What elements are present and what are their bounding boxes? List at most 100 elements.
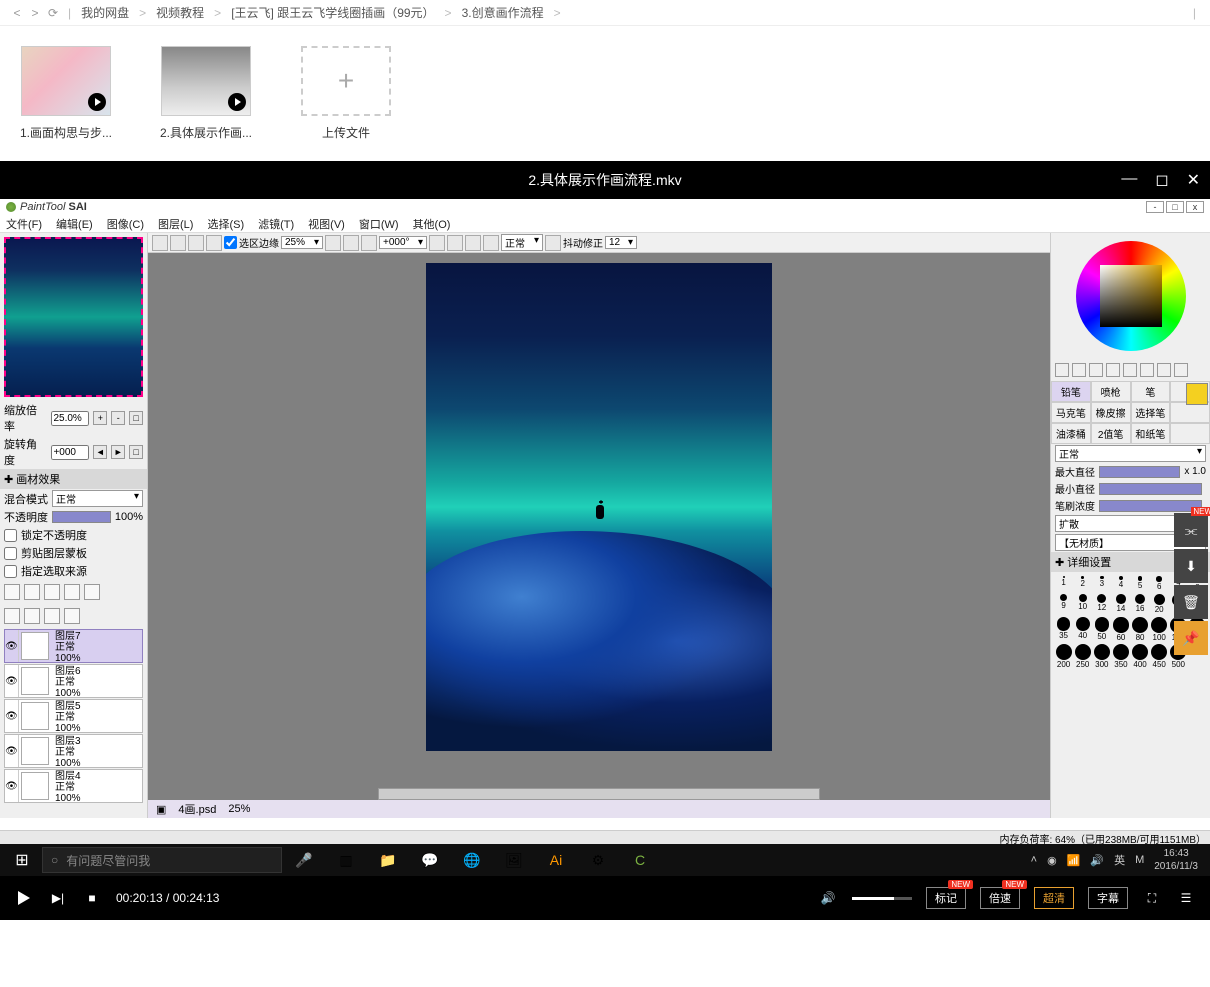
size-40[interactable]: 40 — [1074, 617, 1091, 642]
brush-8[interactable]: 油漆桶 — [1051, 423, 1091, 444]
zoom-minus-icon[interactable] — [343, 235, 359, 251]
menu-view[interactable]: 视图(V) — [308, 216, 345, 232]
size-12[interactable]: 12 — [1093, 594, 1110, 616]
lock-opacity-check[interactable] — [4, 529, 17, 542]
back-btn[interactable]: < — [8, 6, 26, 20]
opacity-slider[interactable] — [52, 511, 111, 523]
size-300[interactable]: 300 — [1093, 644, 1110, 669]
min-size-slider[interactable] — [1099, 483, 1202, 495]
rotate-tool-icon[interactable] — [1140, 363, 1154, 377]
stab-select[interactable]: 12▾ — [605, 236, 637, 249]
fullscreen-button[interactable]: ⛶ — [1142, 888, 1162, 908]
ime-icon[interactable]: 英 — [1114, 852, 1125, 868]
rect-select-icon[interactable] — [1055, 363, 1069, 377]
navigator[interactable] — [4, 237, 143, 397]
play-button[interactable] — [14, 888, 34, 908]
layer-item[interactable]: 👁图层3正常100% — [4, 734, 143, 768]
zoom-reset-btn[interactable]: □ — [129, 411, 143, 425]
size-1[interactable]: 1 — [1055, 576, 1072, 592]
size-4[interactable]: 4 — [1112, 576, 1129, 592]
download-tab[interactable]: ⬇ — [1174, 549, 1208, 583]
wifi-icon[interactable]: 📶 — [1067, 854, 1081, 867]
menu-window[interactable]: 窗口(W) — [359, 216, 399, 232]
mode-select[interactable]: 正常▾ — [501, 234, 543, 251]
menu-select[interactable]: 选择(S) — [207, 216, 244, 232]
menu-image[interactable]: 图像(C) — [107, 216, 144, 232]
next-button[interactable]: ▶| — [48, 888, 68, 908]
brush-7[interactable] — [1170, 402, 1210, 423]
pin-tab[interactable]: 📌 — [1174, 621, 1208, 655]
size-3[interactable]: 3 — [1093, 576, 1110, 592]
eye-icon[interactable]: 👁 — [5, 770, 19, 802]
color-wheel[interactable] — [1076, 241, 1186, 351]
color-square[interactable] — [1100, 265, 1162, 327]
designate-check[interactable] — [4, 565, 17, 578]
mask-icon[interactable] — [64, 584, 80, 600]
size-100[interactable]: 100 — [1151, 617, 1168, 642]
merge-down-icon[interactable] — [84, 584, 100, 600]
rot-reset-icon[interactable] — [465, 235, 481, 251]
brush-1[interactable]: 喷枪 — [1091, 381, 1131, 402]
photos-icon[interactable]: 🖼 — [494, 846, 534, 874]
ai-icon[interactable]: Ai — [536, 846, 576, 874]
eye-icon[interactable]: 👁 — [5, 665, 19, 697]
cortana-search[interactable]: ○ 有问题尽管问我 — [42, 847, 282, 873]
size-14[interactable]: 14 — [1112, 594, 1129, 616]
angle-select[interactable]: +000°▾ — [379, 236, 427, 249]
brush-9[interactable]: 2值笔 — [1091, 423, 1131, 444]
size-35[interactable]: 35 — [1055, 617, 1072, 642]
volume-button[interactable]: 🔊 — [818, 888, 838, 908]
size-6[interactable]: 6 — [1151, 576, 1168, 592]
zoom-out-btn[interactable]: - — [111, 411, 125, 425]
tray-up-icon[interactable]: ˄ — [1031, 854, 1037, 866]
crumb-2[interactable]: [王云飞] 跟王云飞学线圈插画（99元） — [231, 4, 434, 21]
start-button[interactable]: ⊞ — [4, 846, 40, 874]
stab-icon[interactable] — [545, 235, 561, 251]
brush-mode-select[interactable]: 正常▾ — [1055, 445, 1206, 462]
flatten-icon[interactable] — [24, 608, 40, 624]
share-tab[interactable]: ⫘NEW — [1174, 513, 1208, 547]
crumb-3[interactable]: 3.创意画作流程 — [462, 4, 544, 21]
menu-filter[interactable]: 滤镜(T) — [258, 216, 294, 232]
hand-icon[interactable] — [1157, 363, 1171, 377]
size-60[interactable]: 60 — [1112, 617, 1129, 642]
transfer-icon[interactable] — [44, 608, 60, 624]
size-80[interactable]: 80 — [1132, 617, 1149, 642]
brush-6[interactable]: 选择笔 — [1131, 402, 1171, 423]
app-icon[interactable]: C — [620, 846, 660, 874]
quality-button[interactable]: 超清 — [1034, 887, 1074, 909]
crumb-1[interactable]: 视频教程 — [156, 4, 204, 21]
brush-0[interactable]: 铅笔 — [1051, 381, 1091, 402]
size-400[interactable]: 400 — [1132, 644, 1149, 669]
menu-edit[interactable]: 编辑(E) — [56, 216, 93, 232]
size-450[interactable]: 450 — [1151, 644, 1168, 669]
size-2[interactable]: 2 — [1074, 576, 1091, 592]
blend-mode-select[interactable]: 正常▾ — [52, 490, 143, 507]
brush-10[interactable]: 和纸笔 — [1131, 423, 1171, 444]
rot-l-btn[interactable]: ◄ — [93, 445, 107, 459]
playlist-button[interactable]: ☰ — [1176, 888, 1196, 908]
size-10[interactable]: 10 — [1074, 594, 1091, 616]
redo-icon[interactable] — [170, 235, 186, 251]
sel-edge-check[interactable] — [224, 236, 237, 249]
stop-button[interactable]: ■ — [82, 888, 102, 908]
density-slider[interactable] — [1099, 500, 1202, 512]
minimize-icon[interactable]: — — [1121, 170, 1137, 190]
zoom-in-btn[interactable]: + — [93, 411, 107, 425]
clip-mask-check[interactable] — [4, 547, 17, 560]
size-20[interactable]: 20 — [1151, 594, 1168, 616]
move-icon[interactable] — [1106, 363, 1120, 377]
max-size-slider[interactable] — [1099, 466, 1180, 478]
menu-other[interactable]: 其他(O) — [413, 216, 451, 232]
maximize-icon[interactable]: ◻ — [1155, 170, 1168, 190]
layer-item[interactable]: 👁图层7正常100% — [4, 629, 143, 663]
size-250[interactable]: 250 — [1074, 644, 1091, 669]
layer-item[interactable]: 👁图层6正常100% — [4, 664, 143, 698]
fwd-btn[interactable]: > — [26, 6, 44, 20]
close-icon[interactable]: ✕ — [1187, 170, 1200, 190]
sai-min-icon[interactable]: - — [1146, 201, 1164, 213]
material-header[interactable]: ✚画材效果 — [0, 469, 147, 489]
undo-icon[interactable] — [152, 235, 168, 251]
size-5[interactable]: 5 — [1132, 576, 1149, 592]
sai-close-icon[interactable]: x — [1186, 201, 1204, 213]
